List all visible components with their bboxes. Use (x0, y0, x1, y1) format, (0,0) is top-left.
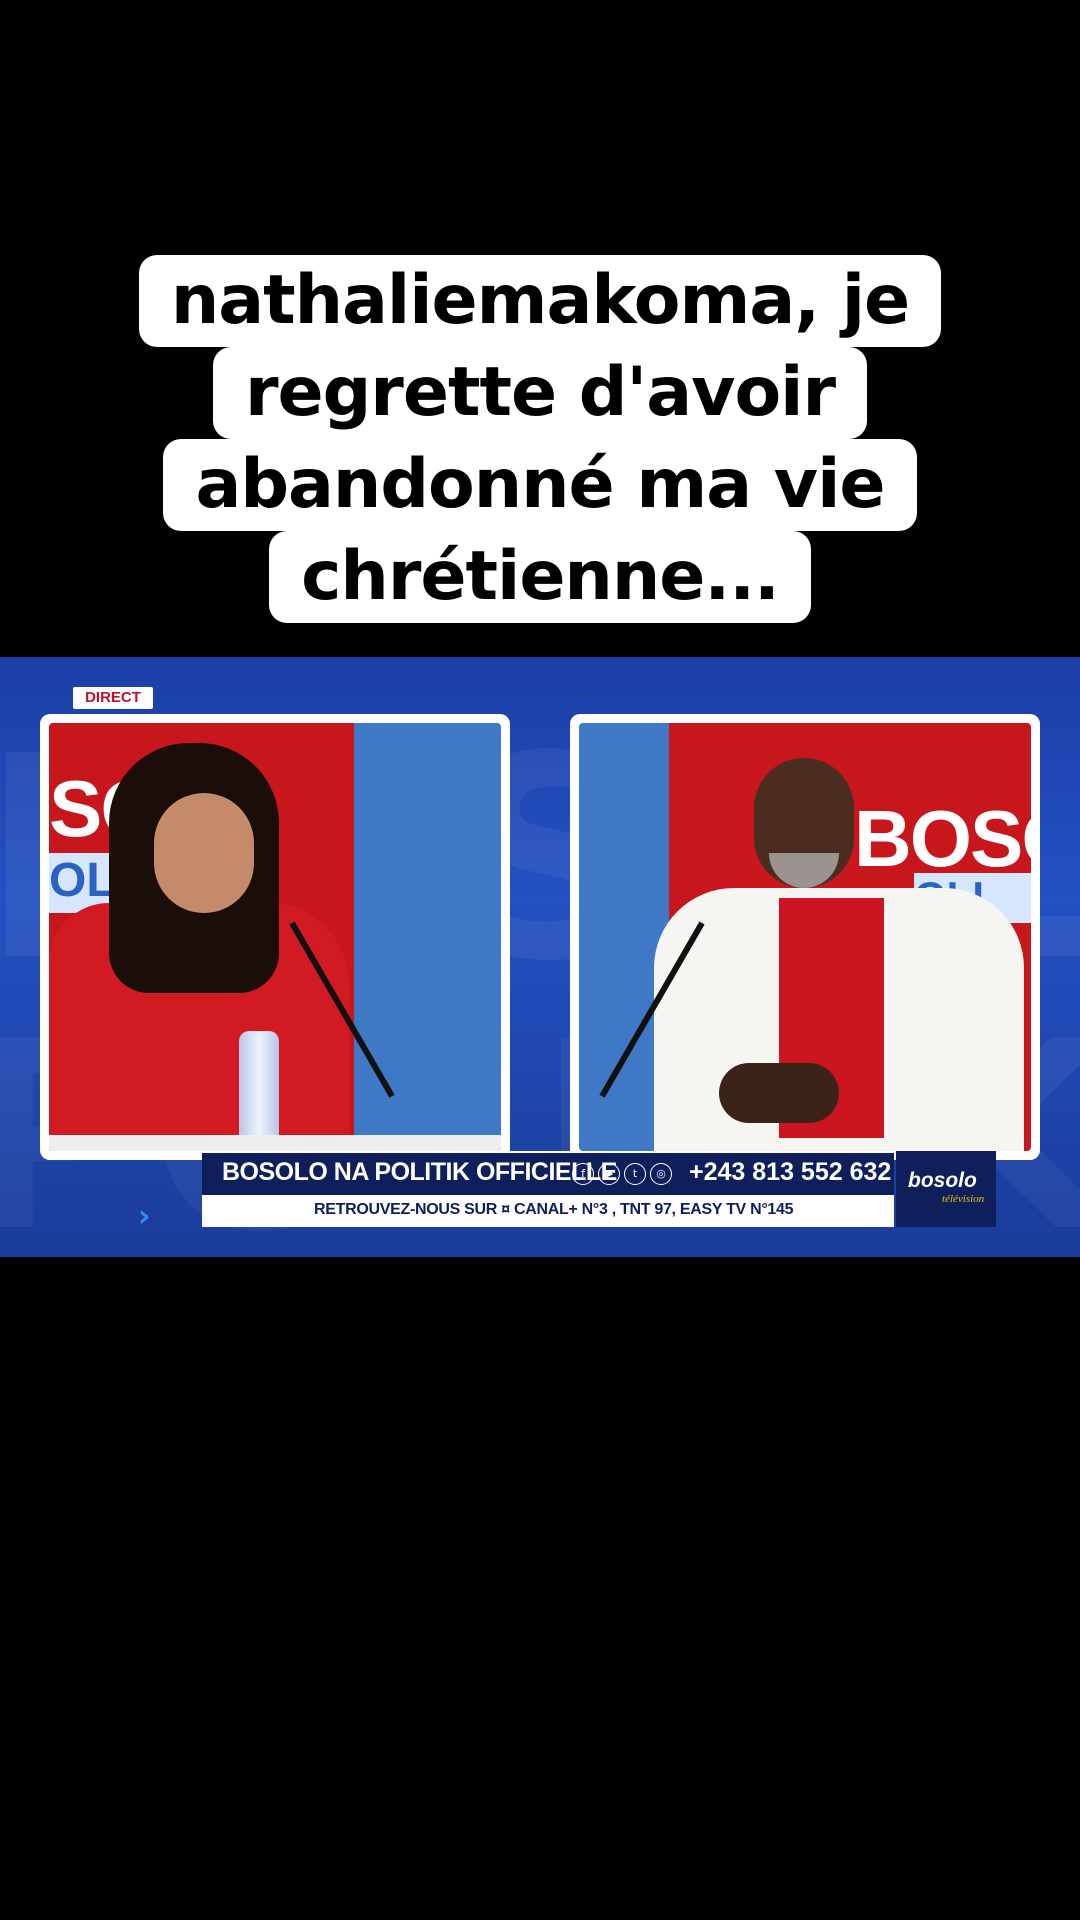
show-title: BOSOLO NA POLITIK OFFICIELLE (222, 1158, 617, 1186)
live-badge: DIRECT (73, 687, 153, 709)
guest-video-left: SOL OLI (40, 714, 510, 1160)
guest-woman-face (154, 793, 254, 913)
caption-line-3: abandonné ma vie (163, 439, 917, 531)
desk (49, 1135, 501, 1151)
chevron-right-icon: › (138, 1199, 151, 1234)
guest-video-right: BOSO OLI (570, 714, 1040, 1160)
channel-logo-sub: télévision (942, 1193, 985, 1205)
guest-scene-right: BOSO OLI (579, 723, 1031, 1151)
phone-number: +243 813 552 632 (689, 1158, 892, 1186)
tv-broadcast-frame: BOSOLO POLITIK DIRECT SOL OLI BOSO OLI (0, 657, 1080, 1257)
twitter-icon: t (624, 1163, 646, 1185)
ticker-text: RETROUVEZ-NOUS SUR ¤ CANAL+ N°3 , TNT 97… (314, 1201, 794, 1218)
instagram-icon: ◎ (650, 1163, 672, 1185)
show-logo-partial-right: BOSO (854, 794, 1031, 883)
channel-logo-name: bosolo (908, 1169, 977, 1192)
video-caption: nathaliemakoma, je regrette d'avoir aban… (0, 255, 1080, 623)
youtube-icon: ▶ (598, 1163, 620, 1185)
caption-line-1: nathaliemakoma, je (138, 255, 942, 347)
channel-logo: bosolo télévision (896, 1151, 996, 1227)
guest-man-hands (719, 1063, 839, 1123)
lower-third-ticker-bar: RETROUVEZ-NOUS SUR ¤ CANAL+ N°3 , TNT 97… (202, 1195, 894, 1227)
facebook-icon: f (572, 1163, 594, 1185)
social-icons: f ▶ t ◎ (572, 1163, 672, 1185)
caption-line-4: chrétienne... (269, 531, 811, 623)
lower-third-title-bar: BOSOLO NA POLITIK OFFICIELLE f ▶ t ◎ +24… (202, 1151, 894, 1195)
water-bottle (239, 1031, 279, 1146)
studio-blue-backdrop (354, 723, 501, 1151)
guest-scene-left: SOL OLI (49, 723, 501, 1151)
caption-line-2: regrette d'avoir (212, 347, 868, 439)
